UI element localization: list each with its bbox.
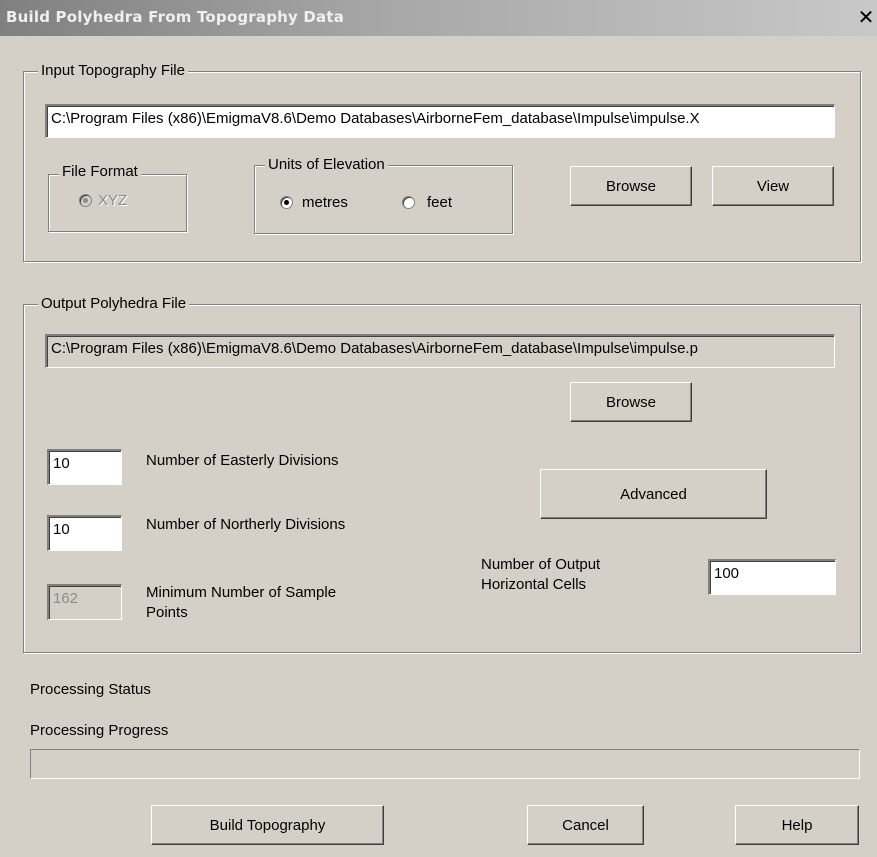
file-format-legend: File Format — [59, 163, 141, 181]
input-topography-legend: Input Topography File — [38, 62, 188, 80]
xyz-radio — [79, 194, 92, 207]
processing-progress-label: Processing Progress — [30, 722, 169, 739]
window-title: Build Polyhedra From Topography Data — [6, 8, 345, 26]
processing-status-label: Processing Status — [30, 681, 151, 698]
cancel-button[interactable]: Cancel — [527, 805, 644, 845]
min-sample-points-label-line1: Minimum Number of Sample — [146, 584, 337, 601]
units-group — [254, 165, 513, 234]
output-file-path-field[interactable]: C:\Program Files (x86)\EmigmaV8.6\Demo D… — [45, 334, 835, 368]
units-legend: Units of Elevation — [265, 156, 388, 174]
min-sample-points-label-line2: Points — [146, 604, 188, 621]
horizontal-cells-label-line1: Number of Output — [481, 556, 601, 573]
advanced-button[interactable]: Advanced — [540, 469, 767, 519]
northerly-divisions-input[interactable]: 10 — [47, 515, 122, 551]
view-button[interactable]: View — [712, 166, 834, 206]
xyz-radio-label: XYZ — [98, 192, 128, 209]
processing-progress-bar — [30, 749, 860, 779]
northerly-divisions-label: Number of Northerly Divisions — [146, 516, 346, 533]
input-file-path-field[interactable]: C:\Program Files (x86)\EmigmaV8.6\Demo D… — [45, 104, 835, 138]
metres-radio[interactable] — [280, 196, 293, 209]
feet-radio-label[interactable]: feet — [427, 194, 452, 212]
min-sample-points-input: 162 — [47, 584, 122, 620]
metres-radio-label[interactable]: metres — [302, 194, 348, 212]
horizontal-cells-input[interactable]: 100 — [708, 559, 836, 595]
horizontal-cells-label-line2: Horizontal Cells — [481, 576, 587, 593]
output-polyhedra-legend: Output Polyhedra File — [38, 295, 190, 313]
easterly-divisions-label: Number of Easterly Divisions — [146, 452, 339, 469]
feet-radio[interactable] — [402, 196, 415, 209]
easterly-divisions-input[interactable]: 10 — [47, 449, 122, 485]
help-button[interactable]: Help — [735, 805, 859, 845]
input-browse-button[interactable]: Browse — [570, 166, 692, 206]
close-icon[interactable]: ✕ — [856, 6, 876, 28]
output-browse-button[interactable]: Browse — [570, 382, 692, 422]
build-topography-button[interactable]: Build Topography — [151, 805, 384, 845]
